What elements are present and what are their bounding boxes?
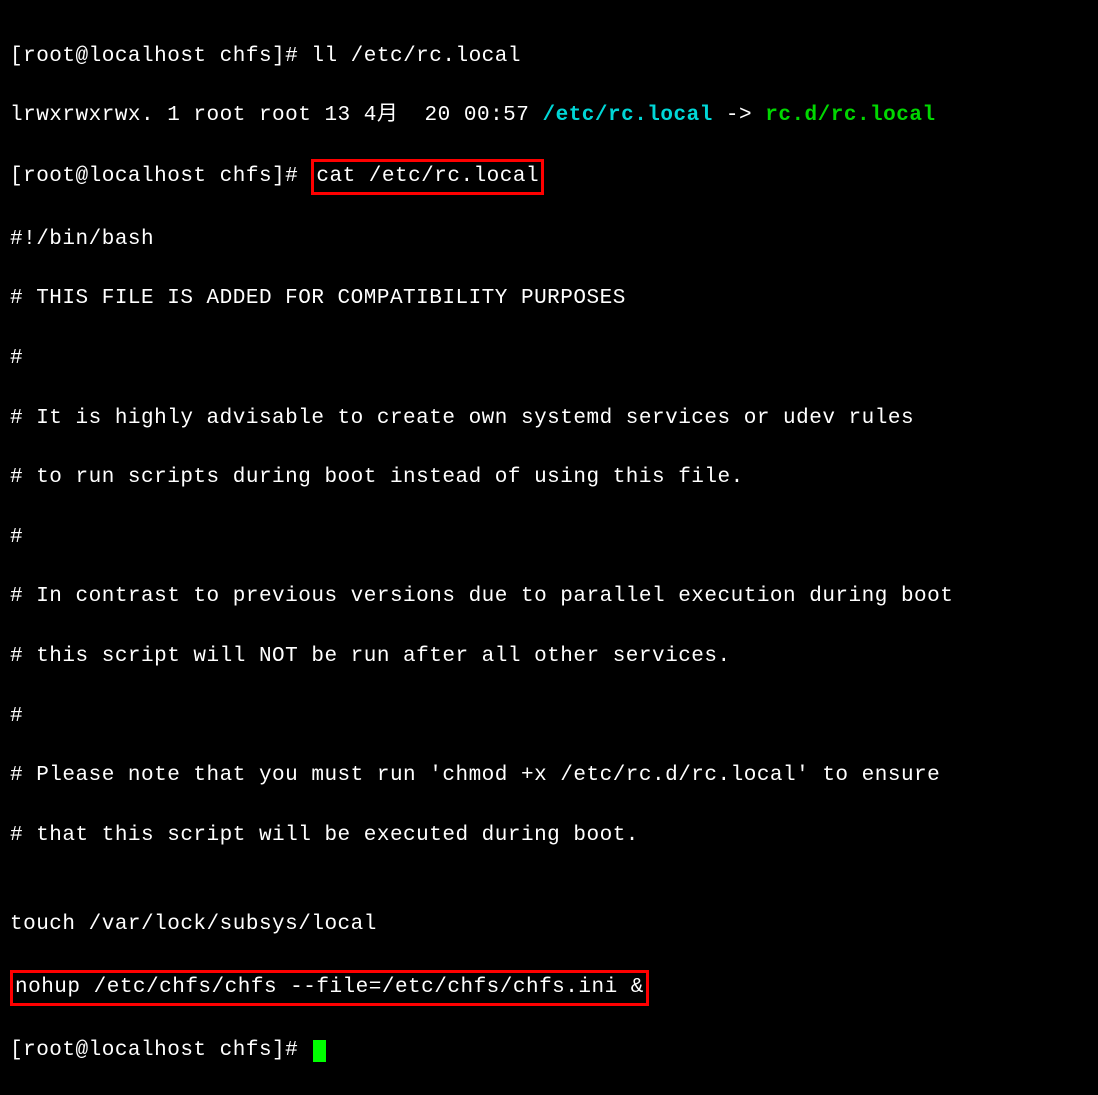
shell-prompt: [root@localhost chfs]# [10, 45, 311, 68]
shell-prompt: [root@localhost chfs]# [10, 165, 311, 188]
file-content-line: # [10, 344, 1088, 374]
file-content-line: # [10, 523, 1088, 553]
terminal-line: [root@localhost chfs]# cat /etc/rc.local [10, 161, 1088, 195]
terminal-output[interactable]: [root@localhost chfs]# ll /etc/rc.local … [10, 12, 1088, 1095]
file-content-line: touch /var/lock/subsys/local [10, 910, 1088, 940]
highlighted-command: cat /etc/rc.local [311, 159, 544, 195]
terminal-line: nohup /etc/chfs/chfs --file=/etc/chfs/ch… [10, 970, 1088, 1006]
file-content-line: # to run scripts during boot instead of … [10, 463, 1088, 493]
shell-prompt: [root@localhost chfs]# [10, 1039, 311, 1062]
file-content-line: # In contrast to previous versions due t… [10, 582, 1088, 612]
file-content-line: #!/bin/bash [10, 225, 1088, 255]
file-content-line: # [10, 702, 1088, 732]
symlink-source: /etc/rc.local [542, 104, 712, 127]
file-content-line: nohup /etc/chfs/chfs --file=/etc/chfs/ch… [15, 976, 644, 999]
command-text: cat /etc/rc.local [316, 165, 539, 188]
arrow-text: -> [713, 104, 765, 127]
symlink-target: rc.d/rc.local [765, 104, 935, 127]
highlighted-command: nohup /etc/chfs/chfs --file=/etc/chfs/ch… [10, 970, 649, 1006]
file-permissions: lrwxrwxrwx. 1 root root 13 4月 20 00:57 [10, 104, 542, 127]
file-content-line: # that this script will be executed duri… [10, 821, 1088, 851]
cursor-icon [313, 1040, 326, 1062]
terminal-line: lrwxrwxrwx. 1 root root 13 4月 20 00:57 /… [10, 101, 1088, 131]
file-content-line: # Please note that you must run 'chmod +… [10, 761, 1088, 791]
command-text: ll /etc/rc.local [311, 45, 521, 68]
terminal-line: [root@localhost chfs]# ll /etc/rc.local [10, 42, 1088, 72]
file-content-line: # It is highly advisable to create own s… [10, 404, 1088, 434]
terminal-line: [root@localhost chfs]# [10, 1036, 1088, 1066]
file-content-line: # this script will NOT be run after all … [10, 642, 1088, 672]
file-content-line: # THIS FILE IS ADDED FOR COMPATIBILITY P… [10, 284, 1088, 314]
